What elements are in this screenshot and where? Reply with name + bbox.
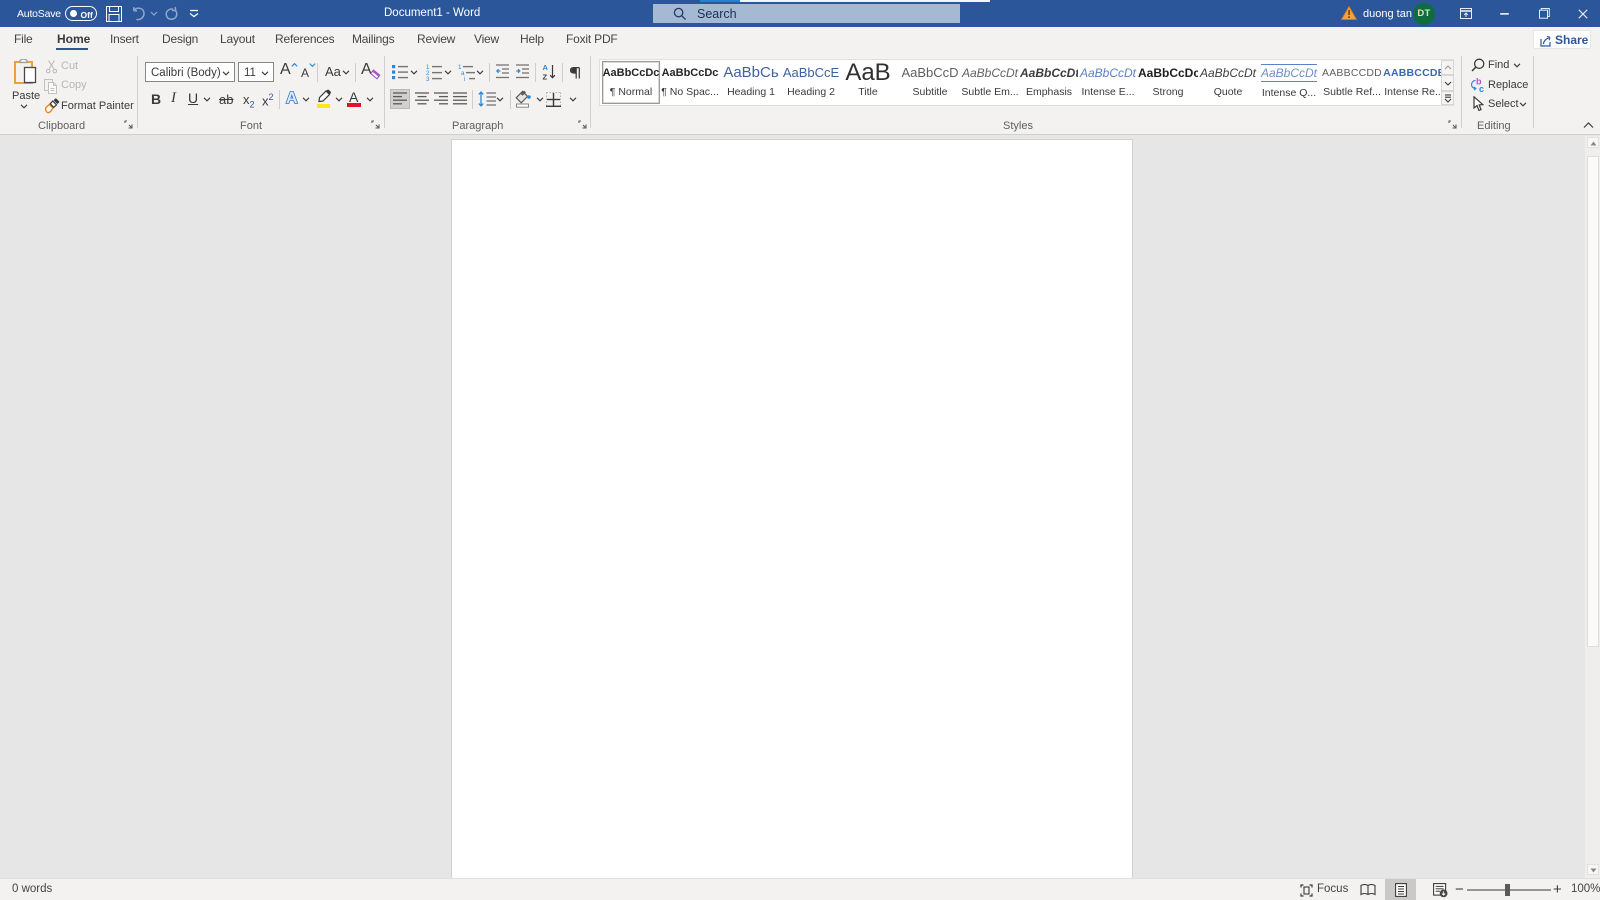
svg-text:Z: Z [543, 73, 548, 82]
svg-text:c: c [1479, 84, 1484, 93]
svg-text:A: A [543, 63, 549, 72]
svg-text:i: i [464, 76, 465, 81]
svg-text:A: A [286, 90, 298, 105]
svg-text:3: 3 [426, 76, 430, 81]
